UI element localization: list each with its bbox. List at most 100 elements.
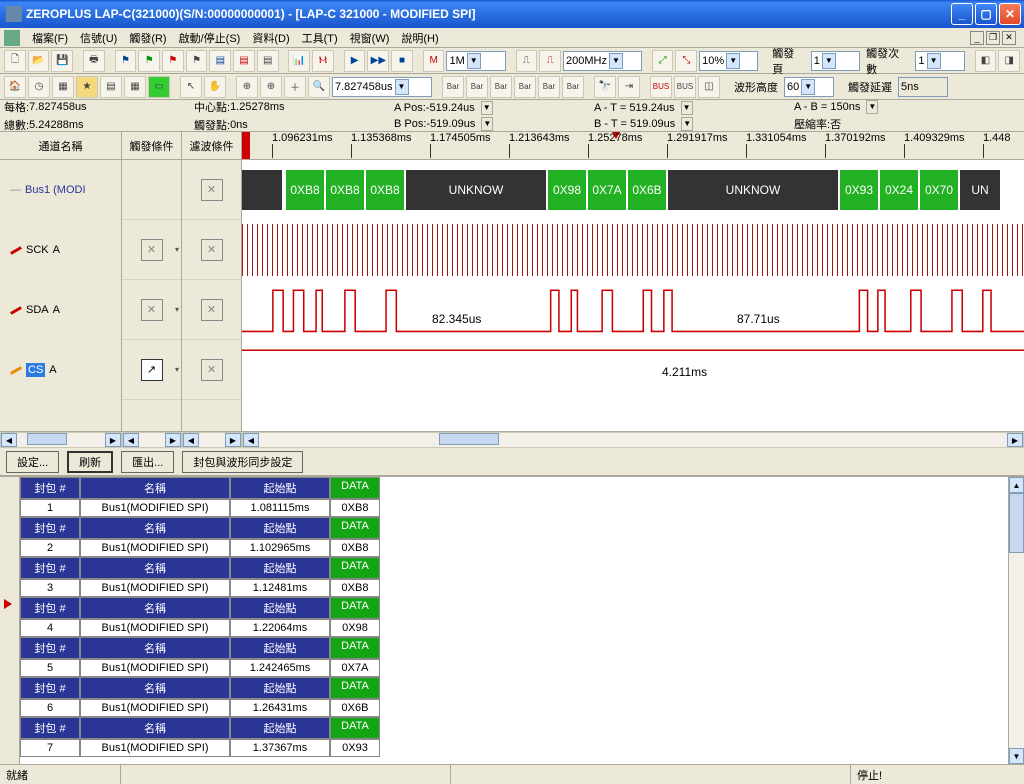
trig-page-combo[interactable]: 1▼ xyxy=(811,51,860,71)
home-icon[interactable]: 🏠 xyxy=(4,76,26,98)
packet-block[interactable]: 封包 #名稱起始點DATA7Bus1(MODIFIED SPI)1.37367m… xyxy=(20,717,1008,757)
chevron-down-icon[interactable]: ▼ xyxy=(481,117,493,131)
chevron-down-icon[interactable]: ▼ xyxy=(866,100,878,114)
refresh-button[interactable]: 刷新 xyxy=(67,451,113,473)
mdi-close-icon[interactable]: ✕ xyxy=(1002,31,1016,45)
grid-icon[interactable]: ▦ xyxy=(52,76,74,98)
bar1-icon[interactable]: Bar xyxy=(442,76,464,98)
ch-hscroll[interactable]: ◀▶ xyxy=(0,432,122,448)
zoomout-icon[interactable]: ⤡ xyxy=(675,50,697,72)
channel-bus[interactable]: — Bus1 (MODI xyxy=(0,160,121,220)
clock-icon[interactable]: ◷ xyxy=(28,76,50,98)
trig-cell[interactable] xyxy=(122,160,181,220)
table-icon[interactable]: ▦ xyxy=(124,76,146,98)
filt-cell[interactable]: ✕ xyxy=(182,160,241,220)
chevron-down-icon[interactable]: ▼ xyxy=(801,79,815,95)
menu-trigger[interactable]: 觸發(R) xyxy=(123,28,172,48)
filt-hscroll[interactable]: ◀▶ xyxy=(182,432,242,448)
stop-icon[interactable]: ■ xyxy=(391,50,413,72)
flag7-icon[interactable]: ▤ xyxy=(257,50,279,72)
menu-signal[interactable]: 信號(U) xyxy=(74,28,123,48)
star-icon[interactable]: ★ xyxy=(76,76,98,98)
trig-cell[interactable]: ↗▾ xyxy=(122,340,181,400)
setting-button[interactable]: 設定... xyxy=(6,451,59,473)
filt-cell[interactable]: ✕ xyxy=(182,340,241,400)
misc1-icon[interactable]: ◧ xyxy=(975,50,997,72)
chevron-down-icon[interactable]: ▼ xyxy=(467,53,481,69)
save-icon[interactable]: 💾 xyxy=(51,50,73,72)
signal-icon[interactable]: 📊 xyxy=(288,50,310,72)
scroll-right-icon[interactable]: ▶ xyxy=(105,433,121,447)
hand-icon[interactable]: ✋ xyxy=(204,76,226,98)
trig-cell[interactable]: ✕▾ xyxy=(122,280,181,340)
bar2-icon[interactable]: Bar xyxy=(466,76,488,98)
maximize-button[interactable]: ▢ xyxy=(975,3,997,25)
scroll-left-icon[interactable]: ◀ xyxy=(123,433,139,447)
minimize-button[interactable]: _ xyxy=(951,3,973,25)
scroll-down-icon[interactable]: ▼ xyxy=(1009,748,1024,764)
bar4-icon[interactable]: Bar xyxy=(514,76,536,98)
timebase-combo[interactable]: 7.827458us▼ xyxy=(332,77,432,97)
layers-icon[interactable]: ▤ xyxy=(100,76,122,98)
packet-block[interactable]: 封包 #名稱起始點DATA4Bus1(MODIFIED SPI)1.22064m… xyxy=(20,597,1008,637)
bar6-icon[interactable]: Bar xyxy=(562,76,584,98)
mdi-restore-icon[interactable]: ❐ xyxy=(986,31,1000,45)
trig-cnt-combo[interactable]: 1▼ xyxy=(915,51,964,71)
play-icon[interactable]: ▶ xyxy=(344,50,366,72)
menu-data[interactable]: 資料(D) xyxy=(246,28,295,48)
m1-icon[interactable]: M xyxy=(423,50,445,72)
packet-vscroll[interactable]: ▲ ▼ xyxy=(1008,477,1024,764)
mdi-min-icon[interactable]: _ xyxy=(970,31,984,45)
packet-block[interactable]: 封包 #名稱起始點DATA1Bus1(MODIFIED SPI)1.081115… xyxy=(20,477,1008,517)
chevron-down-icon[interactable]: ▼ xyxy=(395,79,409,95)
chevron-down-icon[interactable]: ▾ xyxy=(175,245,179,254)
scroll-left-icon[interactable]: ◀ xyxy=(1,433,17,447)
scroll-up-icon[interactable]: ▲ xyxy=(1009,477,1024,493)
chevron-down-icon[interactable]: ▼ xyxy=(822,53,836,69)
bus3-icon[interactable]: ◫ xyxy=(698,76,720,98)
goto-icon[interactable]: ⇥ xyxy=(618,76,640,98)
scroll-left-icon[interactable]: ◀ xyxy=(243,433,259,447)
flag2-icon[interactable]: ⚑ xyxy=(138,50,160,72)
channel-cs[interactable]: CS A xyxy=(0,340,121,400)
sync-button[interactable]: 封包與波形同步設定 xyxy=(182,451,303,473)
menu-window[interactable]: 視窗(W) xyxy=(344,28,396,48)
chevron-down-icon[interactable]: ▼ xyxy=(927,53,941,69)
flag3-icon[interactable]: ⚑ xyxy=(162,50,184,72)
trig-delay-field[interactable]: 5ns xyxy=(898,77,948,97)
filt-cell[interactable]: ✕ xyxy=(182,220,241,280)
trig-hscroll[interactable]: ◀▶ xyxy=(122,432,182,448)
chevron-down-icon[interactable]: ▼ xyxy=(481,101,493,115)
packet-block[interactable]: 封包 #名稱起始點DATA3Bus1(MODIFIED SPI)1.12481m… xyxy=(20,557,1008,597)
depth-combo[interactable]: 1M▼ xyxy=(446,51,505,71)
target2-icon[interactable]: ⊕ xyxy=(260,76,282,98)
trig-cell[interactable]: ✕▾ xyxy=(122,220,181,280)
menu-help[interactable]: 說明(H) xyxy=(395,28,444,48)
channel-sda[interactable]: SDA A xyxy=(0,280,121,340)
bus-icon[interactable]: BUS xyxy=(650,76,672,98)
bar3-icon[interactable]: Bar xyxy=(490,76,512,98)
export-button[interactable]: 匯出... xyxy=(121,451,174,473)
flag1-icon[interactable]: ⚑ xyxy=(115,50,137,72)
chevron-down-icon[interactable]: ▾ xyxy=(175,305,179,314)
menu-tool[interactable]: 工具(T) xyxy=(296,28,344,48)
bar5-icon[interactable]: Bar xyxy=(538,76,560,98)
waveform-pane[interactable]: 1.096231ms1.135368ms1.174505ms1.213643ms… xyxy=(242,132,1024,431)
rate1-icon[interactable]: ⎍ xyxy=(516,50,538,72)
packet-table[interactable]: 封包 #名稱起始點DATA1Bus1(MODIFIED SPI)1.081115… xyxy=(20,477,1008,764)
open-icon[interactable]: 📂 xyxy=(28,50,50,72)
misc2-icon[interactable]: ◨ xyxy=(998,50,1020,72)
zoom-combo[interactable]: 10%▼ xyxy=(699,51,758,71)
packet-block[interactable]: 封包 #名稱起始點DATA5Bus1(MODIFIED SPI)1.242465… xyxy=(20,637,1008,677)
rate2-icon[interactable]: ⎍ xyxy=(539,50,561,72)
zoom-icon[interactable]: 🔍 xyxy=(308,76,330,98)
scroll-right-icon[interactable]: ▶ xyxy=(225,433,241,447)
close-button[interactable]: ✕ xyxy=(999,3,1021,25)
flag5-icon[interactable]: ▤ xyxy=(209,50,231,72)
filt-cell[interactable]: ✕ xyxy=(182,280,241,340)
wave-icon[interactable]: Ⲙ xyxy=(312,50,334,72)
cursor-icon[interactable]: ↖ xyxy=(180,76,202,98)
zoomin-icon[interactable]: ⤢ xyxy=(652,50,674,72)
binoc-icon[interactable]: 🔭 xyxy=(594,76,616,98)
chevron-down-icon[interactable]: ▾ xyxy=(175,365,179,374)
